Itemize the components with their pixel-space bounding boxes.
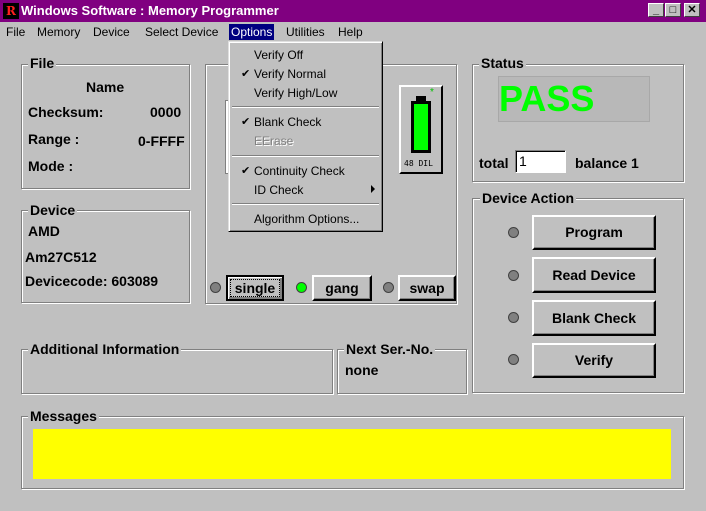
menu-item-eerase: EErase bbox=[232, 132, 379, 150]
device-action-title: Device Action bbox=[480, 190, 577, 206]
menu-item-verify-off[interactable]: Verify Off bbox=[232, 46, 379, 64]
swap-led bbox=[383, 282, 394, 293]
menu-item-continuity-check[interactable]: ✔ Continuity Check bbox=[232, 162, 379, 180]
socket-label: 48 DIL bbox=[404, 159, 433, 168]
menu-utilities[interactable]: Utilities bbox=[284, 24, 327, 40]
window-title: Windows Software : Memory Programmer bbox=[21, 3, 279, 18]
menu-item-label: Verify Normal bbox=[254, 67, 327, 81]
menu-item-blank-check[interactable]: ✔ Blank Check bbox=[232, 113, 379, 131]
status-result: PASS bbox=[499, 78, 595, 119]
menu-device[interactable]: Device bbox=[91, 24, 132, 40]
chip-icon bbox=[411, 101, 431, 153]
blank-check-led bbox=[508, 312, 519, 323]
balance-label: balance 1 bbox=[575, 155, 639, 171]
blank-check-button[interactable]: Blank Check bbox=[532, 300, 656, 336]
read-device-button[interactable]: Read Device bbox=[532, 257, 656, 293]
device-part: Am27C512 bbox=[25, 249, 97, 265]
gang-button[interactable]: gang bbox=[312, 275, 372, 301]
read-device-led bbox=[508, 270, 519, 281]
range-value: 0-FFFF bbox=[138, 133, 185, 149]
menu-item-id-check[interactable]: ID Check bbox=[232, 181, 379, 199]
menu-separator bbox=[232, 155, 379, 157]
submenu-arrow-icon bbox=[371, 185, 375, 193]
verify-button[interactable]: Verify bbox=[532, 343, 656, 378]
status-result-panel: PASS bbox=[498, 76, 650, 122]
range-label: Range : bbox=[28, 131, 80, 147]
verify-led bbox=[508, 354, 519, 365]
file-group-title: File bbox=[28, 55, 57, 71]
mode-label: Mode : bbox=[28, 158, 74, 174]
swap-button[interactable]: swap bbox=[398, 275, 456, 301]
single-led bbox=[210, 282, 221, 293]
file-name-label: Name bbox=[86, 79, 125, 95]
close-button[interactable]: ✕ bbox=[684, 3, 700, 17]
single-button[interactable]: single bbox=[226, 275, 284, 301]
messages-panel bbox=[33, 429, 671, 479]
checkmark-icon: ✔ bbox=[241, 116, 251, 128]
next-serial-value: none bbox=[345, 362, 379, 378]
program-led bbox=[508, 227, 519, 238]
menu-bar: File Memory Device Select Device Options… bbox=[0, 22, 706, 41]
menu-separator bbox=[232, 203, 379, 205]
menu-item-label: EErase bbox=[254, 134, 294, 148]
gang-led bbox=[296, 282, 307, 293]
menu-item-label: Algorithm Options... bbox=[254, 212, 360, 226]
chip-inner bbox=[414, 104, 428, 150]
menu-item-algorithm-options[interactable]: Algorithm Options... bbox=[232, 210, 379, 228]
menu-item-label: Blank Check bbox=[254, 115, 322, 129]
next-serial-title: Next Ser.-No. bbox=[344, 341, 436, 357]
socket-select-button[interactable]: * 48 DIL bbox=[399, 85, 443, 174]
title-bar[interactable]: R Windows Software : Memory Programmer _… bbox=[0, 0, 706, 22]
messages-title: Messages bbox=[28, 408, 99, 424]
program-button[interactable]: Program bbox=[532, 215, 656, 250]
minimize-button[interactable]: _ bbox=[648, 3, 664, 17]
menu-options[interactable]: Options bbox=[229, 24, 275, 40]
checksum-label: Checksum: bbox=[28, 104, 104, 120]
checkmark-icon: ✔ bbox=[241, 165, 251, 177]
total-label: total bbox=[479, 155, 509, 171]
menu-item-label: Verify Off bbox=[254, 48, 304, 62]
checkmark-icon: ✔ bbox=[241, 68, 251, 80]
menu-help[interactable]: Help bbox=[336, 24, 365, 40]
menu-select-device[interactable]: Select Device bbox=[143, 24, 220, 40]
device-manufacturer: AMD bbox=[28, 223, 60, 239]
menu-item-label: Continuity Check bbox=[254, 164, 345, 178]
device-code: Devicecode: 603089 bbox=[25, 273, 159, 289]
maximize-button[interactable]: □ bbox=[665, 3, 681, 17]
menu-memory[interactable]: Memory bbox=[35, 24, 82, 40]
menu-item-label: ID Check bbox=[254, 183, 304, 197]
additional-info-title: Additional Information bbox=[28, 341, 182, 357]
options-dropdown-menu: Verify Off ✔ Verify Normal Verify High/L… bbox=[228, 41, 383, 232]
app-icon[interactable]: R bbox=[3, 3, 19, 19]
total-input[interactable]: 1 bbox=[515, 150, 566, 173]
menu-item-verify-normal[interactable]: ✔ Verify Normal bbox=[232, 65, 379, 83]
checksum-value: 0000 bbox=[150, 104, 182, 120]
pin1-marker: * bbox=[430, 87, 434, 98]
status-group-title: Status bbox=[479, 55, 526, 71]
menu-file[interactable]: File bbox=[4, 24, 27, 40]
menu-item-verify-high-low[interactable]: Verify High/Low bbox=[232, 84, 379, 102]
menu-item-label: Verify High/Low bbox=[254, 86, 338, 100]
device-group-title: Device bbox=[28, 202, 78, 218]
menu-separator bbox=[232, 106, 379, 108]
